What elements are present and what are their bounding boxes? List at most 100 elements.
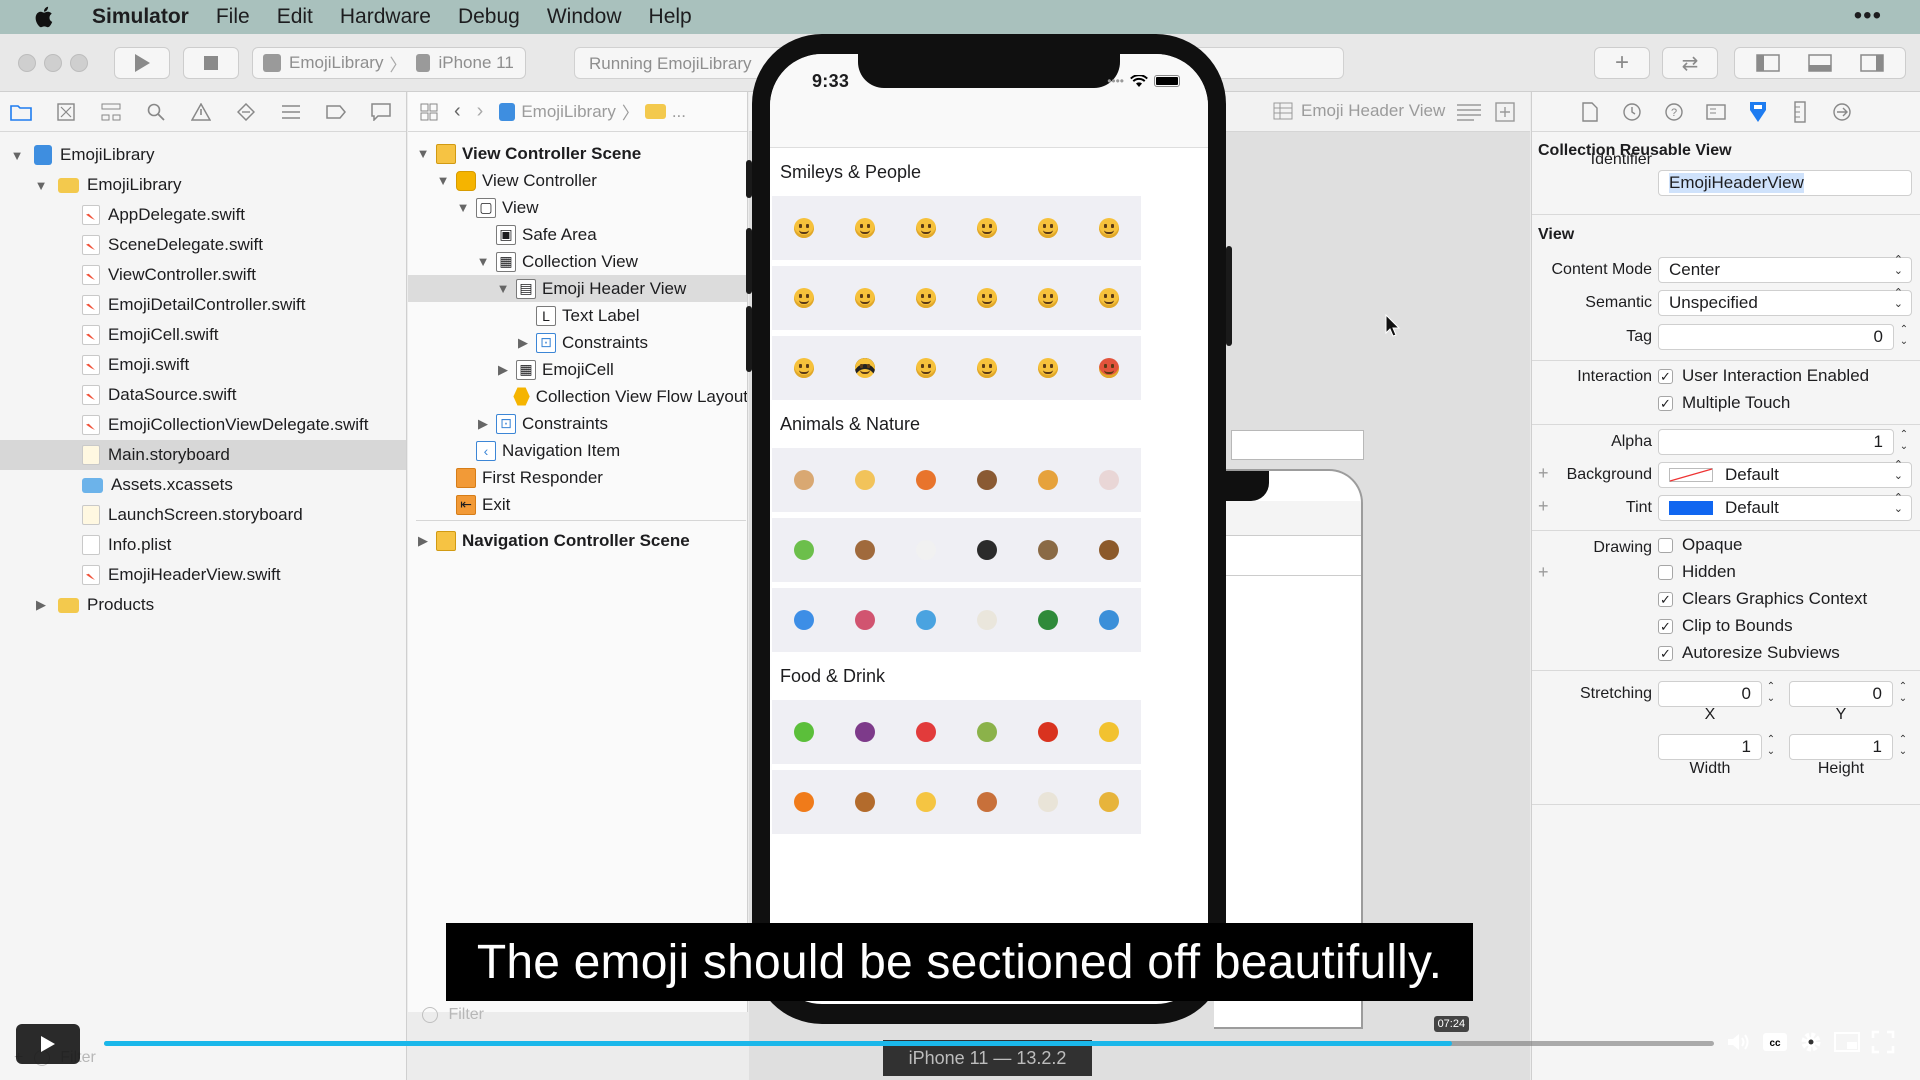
lines-icon[interactable] (1456, 103, 1482, 121)
emoji-cell[interactable] (833, 266, 897, 330)
help-icon[interactable]: ? (1664, 102, 1684, 122)
connections-inspector-icon[interactable] (1832, 102, 1852, 122)
disclosure-open-icon[interactable]: ▼ (496, 281, 510, 296)
emoji-cell[interactable] (894, 336, 958, 400)
disclosure-open-icon[interactable]: ▼ (34, 178, 48, 193)
outline-item[interactable]: ▶ ▦ EmojiCell (408, 356, 747, 383)
disclosure-closed-icon[interactable]: ▶ (34, 597, 48, 612)
menu-help[interactable]: Help (649, 5, 692, 29)
opaque-checkbox[interactable]: Opaque (1658, 535, 1743, 555)
closed-captions-icon[interactable]: cc (1762, 1029, 1788, 1055)
video-progress-bar[interactable] (104, 1041, 1714, 1046)
ring-switch[interactable] (746, 160, 752, 198)
emoji-cell[interactable] (772, 700, 836, 764)
stretch-width-stepper[interactable]: ⌃ ⌄ (1765, 734, 1777, 760)
video-play-button[interactable] (16, 1024, 80, 1064)
file-tree-item[interactable]: SceneDelegate.swift (0, 230, 406, 260)
menu-app-name[interactable]: Simulator (92, 5, 189, 29)
add-editor-icon[interactable] (1495, 102, 1515, 122)
outline-item[interactable]: ▼ View Controller Scene (408, 140, 747, 167)
volume-down-button[interactable] (746, 306, 752, 372)
emoji-cell[interactable] (833, 448, 897, 512)
right-panel-toggle-icon[interactable] (1860, 54, 1884, 72)
emoji-cell[interactable] (772, 770, 836, 834)
volume-icon[interactable] (1726, 1029, 1752, 1055)
user-interaction-enabled-checkbox[interactable]: ✓ User Interaction Enabled (1658, 366, 1869, 386)
file-tree-item[interactable]: EmojiHeaderView.swift (0, 560, 406, 590)
disclosure-open-icon[interactable]: ▼ (416, 146, 430, 161)
scheme-selector[interactable]: EmojiLibrary 〉 iPhone 11 (252, 47, 526, 79)
emoji-cell[interactable] (955, 266, 1019, 330)
file-tree-item[interactable]: ▶ Products (0, 590, 406, 620)
fullscreen-icon[interactable] (1870, 1029, 1896, 1055)
tag-stepper[interactable]: ⌃ ⌄ (1898, 324, 1910, 350)
emoji-cell[interactable] (1016, 700, 1080, 764)
emoji-cell[interactable] (1077, 700, 1141, 764)
stretch-height-field[interactable]: 1 (1789, 734, 1893, 760)
menu-file[interactable]: File (216, 5, 250, 29)
emoji-cell[interactable] (833, 336, 897, 400)
hidden-checkbox[interactable]: Hidden (1658, 562, 1736, 582)
stretch-height-stepper[interactable]: ⌃ ⌄ (1897, 734, 1909, 760)
outline-item[interactable]: ▼ View Controller (408, 167, 747, 194)
stretch-x-stepper[interactable]: ⌃ ⌄ (1765, 681, 1777, 707)
outline-item[interactable]: ▼ ▤ Emoji Header View (408, 275, 747, 302)
source-control-icon[interactable] (55, 102, 77, 122)
volume-up-button[interactable] (746, 228, 752, 294)
disclosure-closed-icon[interactable]: ▶ (496, 362, 510, 377)
folder-icon[interactable] (10, 102, 32, 122)
emoji-cell[interactable] (894, 770, 958, 834)
outline-item[interactable]: ▶ ⊡ Constraints (408, 410, 747, 437)
emoji-cell[interactable] (955, 336, 1019, 400)
emoji-cell[interactable] (955, 770, 1019, 834)
emoji-cell[interactable] (772, 448, 836, 512)
menu-edit[interactable]: Edit (277, 5, 313, 29)
background-popup[interactable]: Default (1658, 460, 1912, 488)
canvas-breadcrumb[interactable]: Emoji Header View (1273, 101, 1445, 121)
simulator-screen[interactable]: 9:33 •••• Smileys & People Animals & Natu… (770, 54, 1208, 1004)
size-inspector-icon[interactable] (1790, 100, 1810, 123)
clip-to-bounds-checkbox[interactable]: ✓ Clip to Bounds (1658, 616, 1793, 636)
outline-item[interactable]: ▣ Safe Area (408, 221, 747, 248)
tag-field[interactable]: 0 (1658, 324, 1894, 350)
outline-item[interactable]: First Responder (408, 464, 747, 491)
stop-button[interactable] (183, 47, 239, 79)
emoji-cell[interactable] (1077, 448, 1141, 512)
stretch-y-stepper[interactable]: ⌃ ⌄ (1897, 681, 1909, 707)
stretch-y-field[interactable]: 0 (1789, 681, 1893, 707)
side-button[interactable] (1226, 246, 1232, 346)
disclosure-closed-icon[interactable]: ▶ (416, 533, 430, 548)
disclosure-open-icon[interactable]: ▼ (436, 173, 450, 188)
left-panel-toggle-icon[interactable] (1756, 54, 1780, 72)
emoji-cell[interactable] (1077, 196, 1141, 260)
emoji-cell[interactable] (1077, 518, 1141, 582)
emoji-cell[interactable] (833, 770, 897, 834)
apple-logo-icon[interactable] (32, 5, 54, 29)
test-diamond-icon[interactable] (235, 102, 257, 122)
disclosure-closed-icon[interactable]: ▶ (516, 335, 530, 350)
outline-item[interactable]: Collection View Flow Layout (408, 383, 747, 410)
library-button[interactable]: + (1594, 47, 1650, 79)
attributes-inspector-icon[interactable] (1748, 101, 1768, 122)
outline-item[interactable]: ▼ ▦ Collection View (408, 248, 747, 275)
file-tree-item[interactable]: ViewController.swift (0, 260, 406, 290)
emoji-cell[interactable] (1016, 196, 1080, 260)
history-icon[interactable] (1622, 102, 1642, 122)
emoji-cell[interactable] (772, 266, 836, 330)
emoji-cell[interactable] (772, 518, 836, 582)
breakpoint-icon[interactable] (325, 102, 347, 122)
emoji-cell[interactable] (894, 196, 958, 260)
file-tree-item[interactable]: Main.storyboard (0, 440, 406, 470)
emoji-cell[interactable] (894, 448, 958, 512)
disclosure-closed-icon[interactable]: ▶ (476, 416, 490, 431)
emoji-cell[interactable] (955, 700, 1019, 764)
breadcrumb[interactable]: EmojiLibrary 〉 ... (499, 99, 686, 124)
emoji-cell[interactable] (1016, 588, 1080, 652)
file-tree-item[interactable]: Info.plist (0, 530, 406, 560)
back-chevron-icon[interactable]: ‹ (454, 100, 461, 123)
file-tree-item[interactable]: EmojiDetailController.swift (0, 290, 406, 320)
emoji-cell[interactable] (1016, 448, 1080, 512)
identity-inspector-icon[interactable] (1706, 102, 1726, 122)
report-icon[interactable] (370, 102, 392, 122)
outline-item[interactable]: ⇤ Exit (408, 491, 747, 518)
